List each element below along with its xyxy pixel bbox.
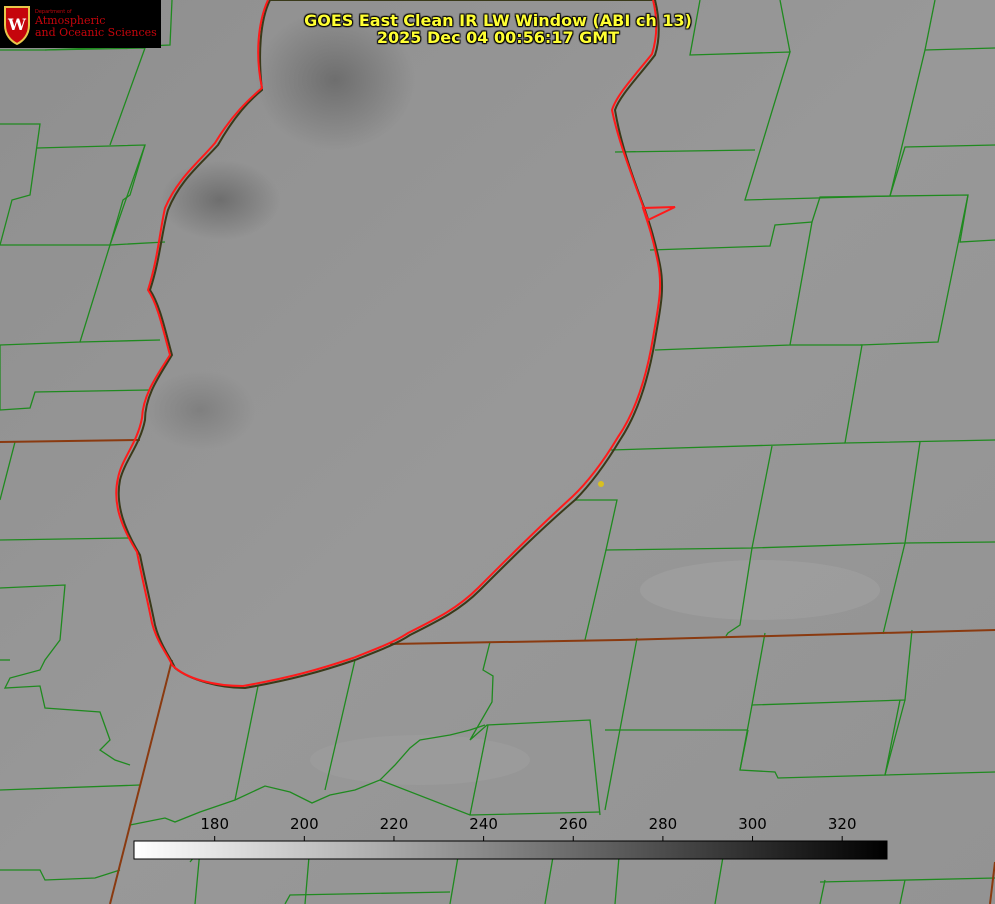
colorbar-tick-label: 220	[379, 815, 409, 833]
warm-band	[640, 560, 880, 620]
title-line-1: GOES East Clean IR LW Window (ABI ch 13)	[304, 11, 692, 30]
crest-icon: W	[4, 6, 30, 45]
colorbar-tick-label: 300	[738, 815, 767, 833]
colorbar-tick-label: 180	[200, 815, 229, 833]
cold-cloud-feature	[145, 370, 255, 450]
colorbar-tick-label: 260	[558, 815, 588, 833]
satellite-map[interactable]	[0, 0, 995, 904]
station-marker[interactable]	[598, 481, 604, 487]
colorbar-gradient	[133, 840, 888, 860]
colorbar-tick-label: 240	[469, 815, 498, 833]
cold-cloud-feature	[160, 160, 280, 240]
colorbar-tick-label: 320	[827, 815, 857, 833]
colorbar-tick-label: 280	[648, 815, 678, 833]
crest-letter: W	[7, 15, 27, 34]
colorbar-tick-label: 200	[289, 815, 319, 833]
logo-line-2: and Oceanic Sciences	[35, 26, 157, 39]
warm-band	[310, 735, 530, 785]
university-logo[interactable]: W Department of Atmospheric and Oceanic …	[0, 0, 161, 48]
image-title: GOES East Clean IR LW Window (ABI ch 13)…	[248, 12, 748, 46]
title-line-2: 2025 Dec 04 00:56:17 GMT	[376, 28, 620, 47]
